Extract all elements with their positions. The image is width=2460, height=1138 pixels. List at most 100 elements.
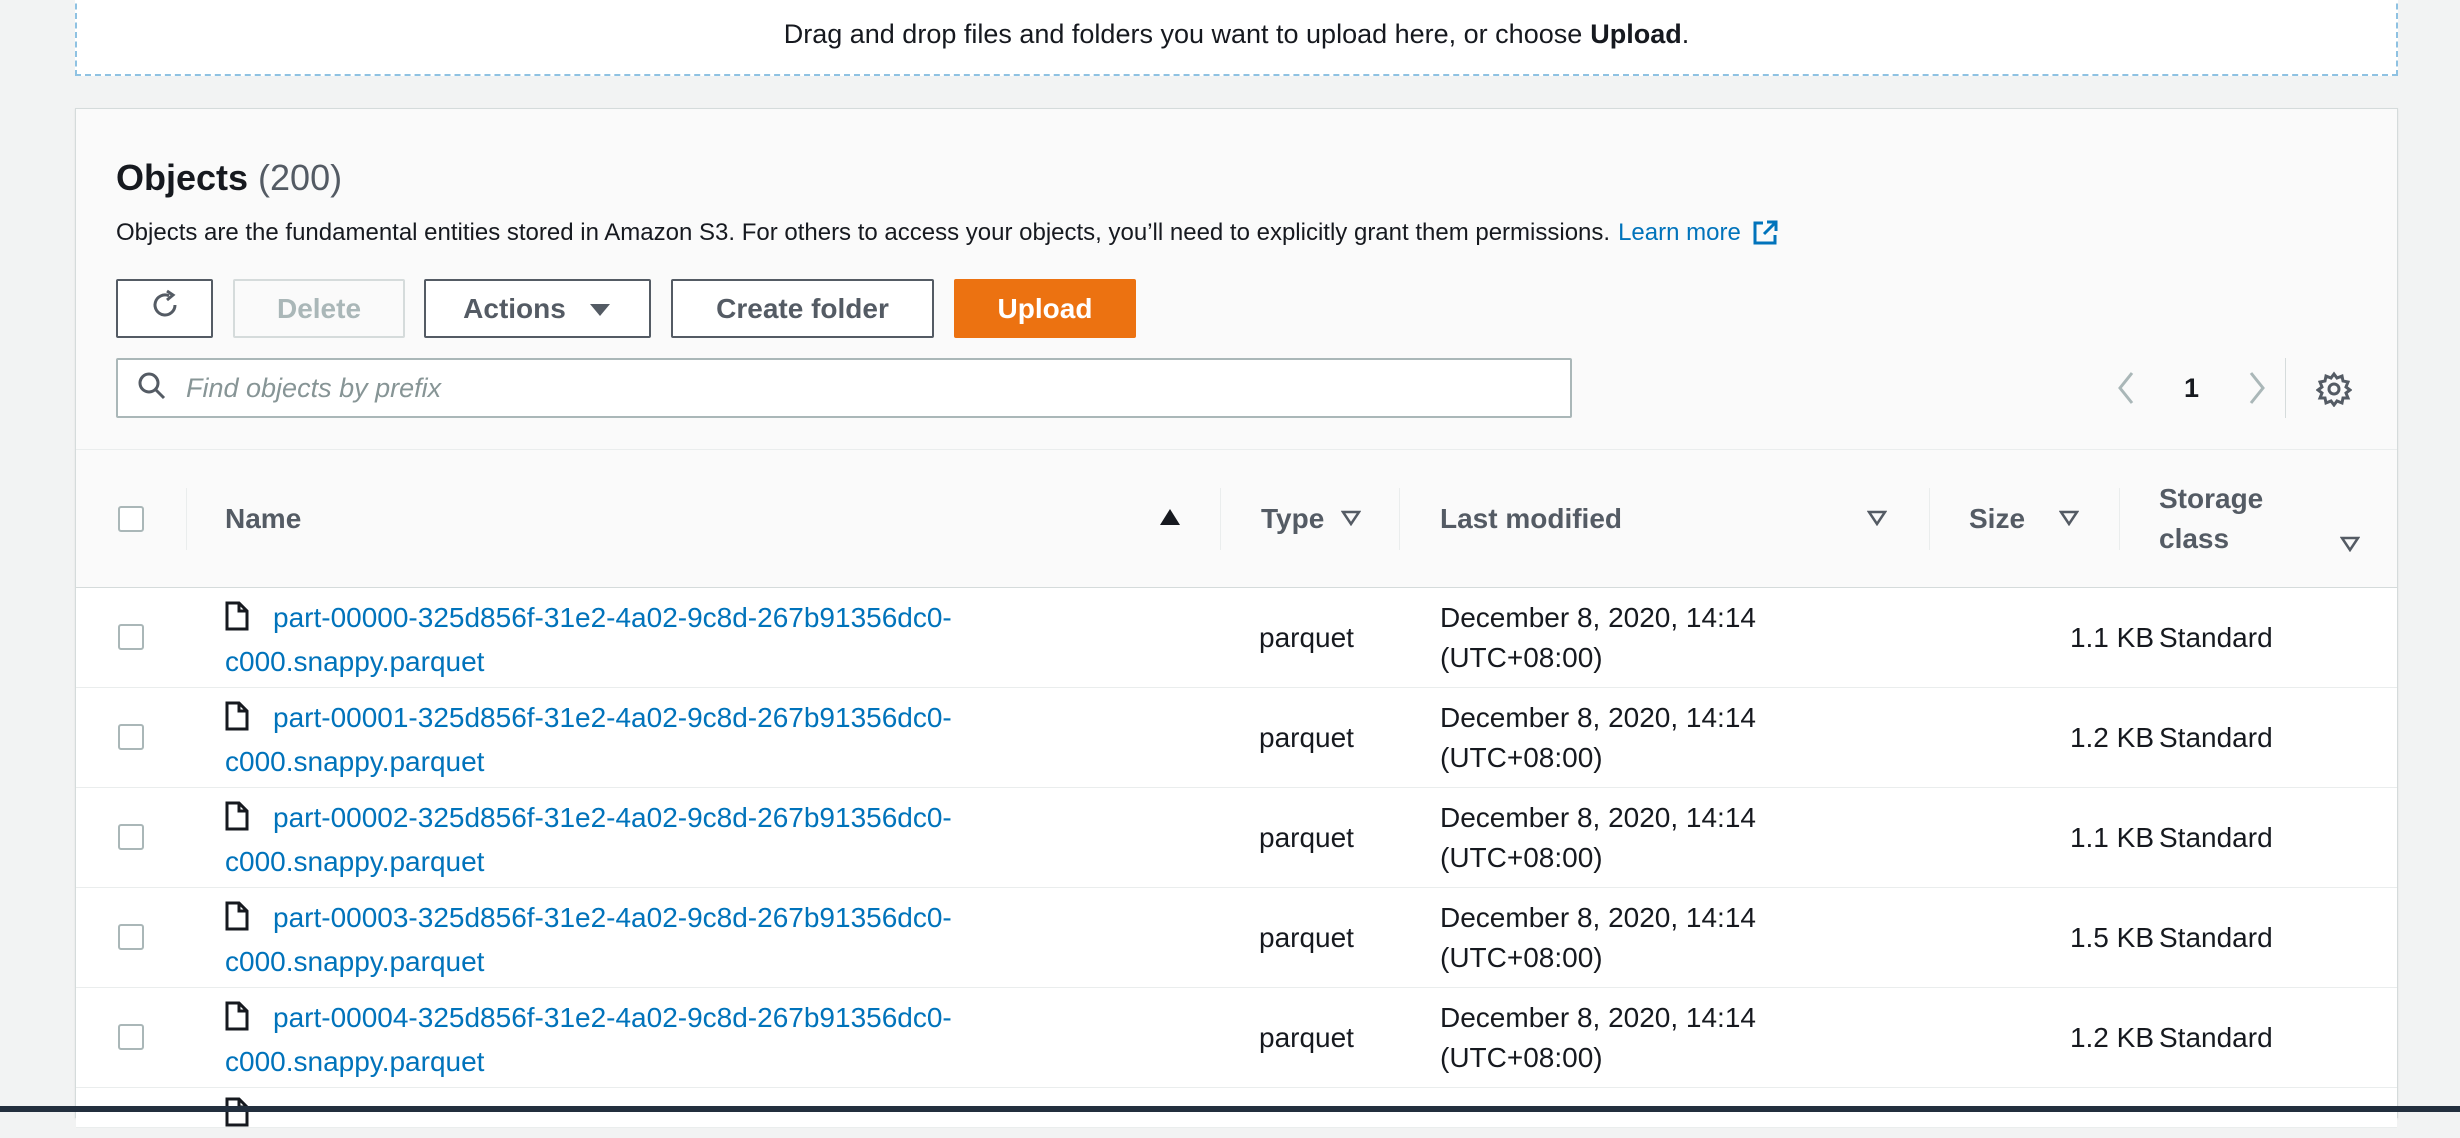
- sort-icon[interactable]: [1341, 510, 1361, 526]
- row-checkbox[interactable]: [118, 924, 144, 950]
- table-row[interactable]: part-00000-325d856f-31e2-4a02-9c8d-267b9…: [76, 588, 2397, 688]
- object-type: parquet: [1259, 1022, 1354, 1053]
- object-last-modified: December 8, 2020, 14:14 (UTC+08:00): [1440, 898, 1756, 978]
- delete-button[interactable]: Delete: [233, 279, 405, 338]
- table-row[interactable]: part-00001-325d856f-31e2-4a02-9c8d-267b9…: [76, 688, 2397, 788]
- current-page[interactable]: 1: [2184, 373, 2199, 404]
- create-folder-label: Create folder: [716, 292, 889, 324]
- column-header-size[interactable]: Size: [1969, 450, 2025, 588]
- objects-count: (200): [258, 157, 343, 198]
- object-size: 1.2 KB: [2069, 722, 2154, 753]
- object-storage-class: Standard: [2159, 722, 2273, 753]
- object-name-link[interactable]: part-00000-325d856f-31e2-4a02-9c8d-267b9…: [225, 598, 1085, 682]
- file-icon-partial: [225, 1094, 1085, 1138]
- delete-button-label: Delete: [276, 292, 362, 324]
- upload-button[interactable]: Upload: [954, 279, 1136, 338]
- upload-dropzone[interactable]: Drag and drop files and folders you want…: [75, 0, 2398, 76]
- select-all-checkbox[interactable]: [118, 506, 144, 532]
- pagination: 1: [2106, 358, 2277, 418]
- object-size: 1.1 KB: [2069, 822, 2154, 853]
- column-header-name-label: Name: [225, 503, 302, 534]
- pager-divider: [2285, 358, 2286, 418]
- column-header-storage-class-line2: class: [2159, 523, 2230, 554]
- row-checkbox[interactable]: [118, 1024, 144, 1050]
- object-type: parquet: [1259, 722, 1354, 753]
- object-date-line1: December 8, 2020, 14:14: [1440, 1002, 1756, 1033]
- object-last-modified: December 8, 2020, 14:14 (UTC+08:00): [1440, 698, 1756, 778]
- column-separator: [1399, 488, 1400, 550]
- column-header-name[interactable]: Name: [225, 450, 301, 588]
- object-date-line1: December 8, 2020, 14:14: [1440, 902, 1756, 933]
- object-name-line2: c000.snappy.parquet: [225, 646, 485, 677]
- objects-description-text: Objects are the fundamental entities sto…: [116, 219, 1611, 246]
- learn-more-link[interactable]: Learn more: [1618, 219, 1741, 247]
- file-icon: [225, 601, 249, 642]
- column-separator: [1929, 488, 1930, 550]
- table-row[interactable]: part-00002-325d856f-31e2-4a02-9c8d-267b9…: [76, 788, 2397, 888]
- table-header: Name Type Last modified Size Storage cla…: [76, 450, 2397, 588]
- object-type: parquet: [1259, 922, 1354, 953]
- object-type: parquet: [1259, 622, 1354, 653]
- object-date-line2: (UTC+08:00): [1440, 842, 1603, 873]
- gear-icon[interactable]: [2315, 371, 2353, 412]
- object-name-link[interactable]: part-00001-325d856f-31e2-4a02-9c8d-267b9…: [225, 698, 1085, 782]
- search-input[interactable]: [184, 371, 1484, 405]
- table-row[interactable]: part-00003-325d856f-31e2-4a02-9c8d-267b9…: [76, 888, 2397, 988]
- sort-ascending-icon[interactable]: [1159, 508, 1181, 526]
- dropzone-upload-link[interactable]: Upload: [1590, 19, 1682, 50]
- refresh-button[interactable]: [116, 279, 213, 338]
- object-name-link[interactable]: part-00003-325d856f-31e2-4a02-9c8d-267b9…: [225, 898, 1085, 982]
- dropzone-text: Drag and drop files and folders you want…: [783, 18, 1583, 49]
- select-all-cell: [118, 450, 144, 588]
- dropzone-period: .: [1681, 18, 1690, 49]
- object-name-line1: part-00002-325d856f-31e2-4a02-9c8d-267b9…: [273, 802, 952, 833]
- chevron-left-icon[interactable]: [2106, 370, 2146, 406]
- object-name-link[interactable]: part-00002-325d856f-31e2-4a02-9c8d-267b9…: [225, 798, 1085, 882]
- object-last-modified: December 8, 2020, 14:14 (UTC+08:00): [1440, 798, 1756, 878]
- search-box[interactable]: [116, 358, 1572, 418]
- object-date-line2: (UTC+08:00): [1440, 942, 1603, 973]
- sort-icon[interactable]: [2340, 536, 2360, 552]
- object-name-line2: c000.snappy.parquet: [225, 1046, 485, 1077]
- object-date-line2: (UTC+08:00): [1440, 742, 1603, 773]
- object-storage-class: Standard: [2159, 1022, 2273, 1053]
- object-name-link[interactable]: part-00004-325d856f-31e2-4a02-9c8d-267b9…: [225, 998, 1085, 1082]
- file-icon: [225, 901, 249, 942]
- column-header-last-modified-label: Last modified: [1440, 503, 1623, 534]
- sort-icon[interactable]: [1867, 510, 1887, 526]
- column-header-storage-class[interactable]: Storage class: [2159, 450, 2263, 588]
- bottom-bar: [0, 1106, 2460, 1112]
- file-icon: [225, 1001, 249, 1042]
- sort-icon[interactable]: [2059, 510, 2079, 526]
- column-header-size-label: Size: [1969, 503, 2026, 534]
- search-icon: [136, 370, 168, 407]
- actions-button-label: Actions: [463, 292, 566, 324]
- chevron-right-icon[interactable]: [2237, 370, 2277, 406]
- object-type: parquet: [1259, 822, 1354, 853]
- column-header-last-modified[interactable]: Last modified: [1440, 450, 1622, 588]
- object-size: 1.2 KB: [2069, 1022, 2154, 1053]
- objects-title-text: Objects: [116, 157, 249, 198]
- row-checkbox[interactable]: [118, 724, 144, 750]
- object-name-line1: part-00001-325d856f-31e2-4a02-9c8d-267b9…: [273, 702, 952, 733]
- external-link-icon[interactable]: [1751, 219, 1779, 247]
- row-checkbox[interactable]: [118, 824, 144, 850]
- create-folder-button[interactable]: Create folder: [671, 279, 934, 338]
- object-last-modified: December 8, 2020, 14:14 (UTC+08:00): [1440, 998, 1756, 1078]
- objects-title: Objects (200): [116, 157, 342, 199]
- file-icon: [225, 1097, 249, 1138]
- row-checkbox[interactable]: [118, 624, 144, 650]
- object-date-line1: December 8, 2020, 14:14: [1440, 702, 1756, 733]
- table-row[interactable]: part-00004-325d856f-31e2-4a02-9c8d-267b9…: [76, 988, 2397, 1088]
- upload-button-label: Upload: [997, 292, 1093, 324]
- object-date-line1: December 8, 2020, 14:14: [1440, 802, 1756, 833]
- column-header-storage-class-line1: Storage: [2159, 483, 2264, 514]
- column-separator: [2119, 488, 2120, 550]
- refresh-icon: [148, 288, 182, 329]
- column-header-type[interactable]: Type: [1261, 450, 1324, 588]
- column-header-type-label: Type: [1261, 503, 1325, 534]
- actions-button[interactable]: Actions: [424, 279, 651, 338]
- object-name-line1: part-00003-325d856f-31e2-4a02-9c8d-267b9…: [273, 902, 952, 933]
- caret-down-icon: [588, 293, 612, 325]
- object-date-line2: (UTC+08:00): [1440, 642, 1603, 673]
